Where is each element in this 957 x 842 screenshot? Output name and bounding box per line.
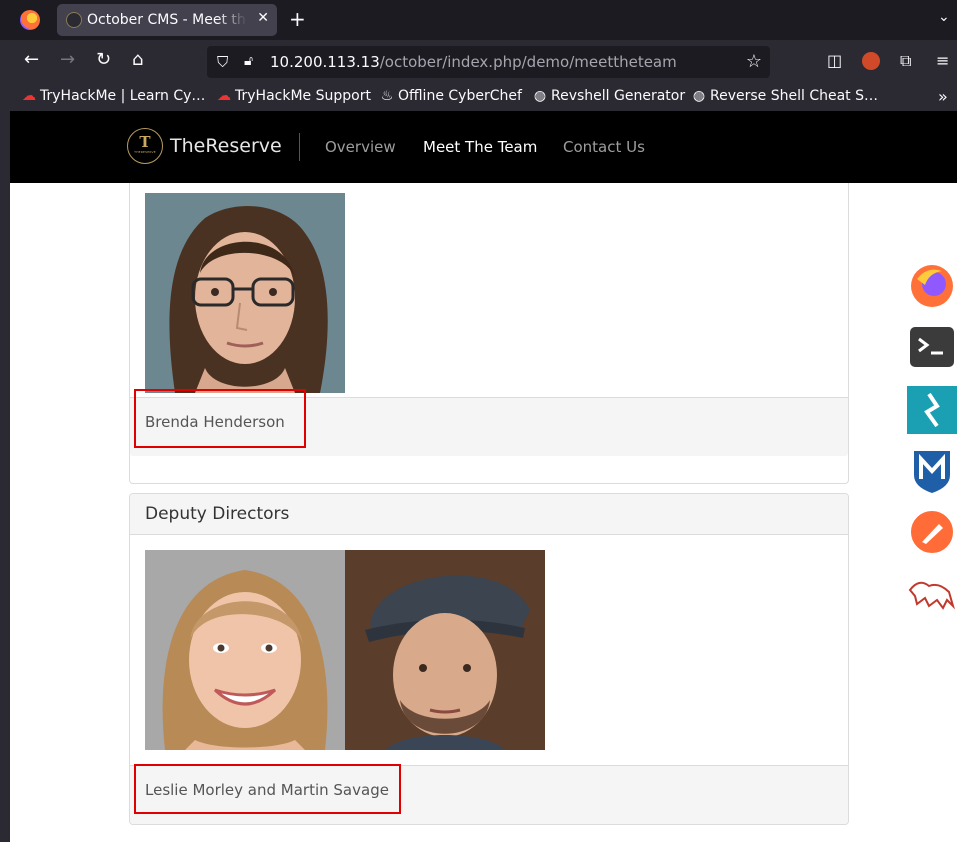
martin-savage-photo: [345, 550, 545, 750]
url-text[interactable]: 10.200.113.13/october/index.php/demo/mee…: [270, 53, 677, 71]
globe-icon: ◍: [692, 88, 706, 104]
burp-icon[interactable]: [907, 384, 957, 434]
leslie-morley-photo: [145, 550, 345, 750]
bookmark-label: TryHackMe | Learn Cy…: [40, 88, 206, 104]
list-tabs-chevron-icon[interactable]: ⌄: [938, 9, 950, 25]
site-header: T THERESERVE TheReserve Overview Meet Th…: [10, 111, 957, 183]
nav-overview[interactable]: Overview: [325, 138, 396, 156]
panel-title: Deputy Directors: [145, 504, 290, 524]
browser-tab[interactable]: October CMS - Meet the Team ✕: [57, 4, 277, 36]
metasploit-icon[interactable]: [907, 445, 957, 495]
site-brand[interactable]: TheReserve: [170, 135, 282, 157]
bookmark-revshell-generator[interactable]: ◍ Revshell Generator: [533, 88, 685, 104]
bookmark-label: Reverse Shell Cheat S…: [710, 88, 878, 104]
address-bar[interactable]: ⛉ 🔓︎ 10.200.113.13/october/index.php/dem…: [207, 46, 770, 78]
reload-icon[interactable]: ↻: [96, 50, 111, 70]
tracking-shield-icon[interactable]: ⛉: [217, 53, 228, 71]
terminal-icon[interactable]: [907, 323, 957, 373]
firefox-icon[interactable]: [907, 261, 957, 311]
bookmark-offline-cyberchef[interactable]: ♨ Offline CyberChef: [380, 88, 522, 104]
side-panel-edge: [0, 111, 10, 842]
bookmark-tryhackme-support[interactable]: ☁ TryHackMe Support: [217, 88, 371, 104]
bookmark-tryhackme-learn[interactable]: ☁ TryHackMe | Learn Cy…: [22, 88, 205, 104]
url-path: /october/index.php/demo/meettheteam: [379, 53, 677, 71]
more-bookmarks-chevron-icon[interactable]: »: [938, 87, 948, 106]
chef-hat-icon: ♨: [380, 88, 394, 104]
nav-meet-the-team[interactable]: Meet The Team: [423, 138, 537, 156]
page-content: Brenda Henderson Deputy Directors Leslie…: [10, 183, 957, 842]
team-panel-deputy-directors: Deputy Directors Leslie Morley and Marti…: [129, 493, 849, 825]
site-favicon-icon: [66, 12, 82, 28]
home-icon[interactable]: ⌂: [132, 50, 143, 70]
firefox-menu-icon[interactable]: [20, 10, 40, 30]
bookmark-star-icon[interactable]: ☆: [746, 51, 762, 72]
bookmarks-toolbar: ☁ TryHackMe | Learn Cy… ☁ TryHackMe Suppor…: [0, 84, 957, 111]
kali-dragon-icon[interactable]: [907, 570, 957, 620]
bookmark-reverse-shell-cheat[interactable]: ◍ Reverse Shell Cheat S…: [692, 88, 878, 104]
extension-avatar-icon[interactable]: [862, 52, 880, 70]
globe-icon: ◍: [533, 88, 547, 104]
tab-title: October CMS - Meet the Team: [87, 12, 247, 28]
tryhackme-icon: ☁: [22, 88, 36, 104]
tryhackme-icon: ☁: [217, 88, 231, 104]
team-panel-director: Brenda Henderson: [129, 183, 849, 484]
forward-icon[interactable]: →: [60, 50, 75, 70]
highlight-box: [134, 764, 401, 814]
browser-nav-bar: ← → ↻ ⌂ ⛉ 🔓︎ 10.200.113.13/october/index…: [0, 40, 957, 84]
bookmark-label: Offline CyberChef: [398, 88, 522, 104]
page-viewport: T THERESERVE TheReserve Overview Meet Th…: [0, 111, 957, 842]
browser-tab-bar: October CMS - Meet the Team ✕ + ⌄: [0, 0, 957, 40]
postman-icon[interactable]: [907, 506, 957, 556]
logo-letter: T: [139, 133, 151, 151]
site-logo[interactable]: T THERESERVE: [127, 128, 163, 164]
panel-heading: Deputy Directors: [130, 494, 848, 535]
insecure-lock-icon[interactable]: 🔓︎: [244, 53, 253, 69]
extensions-puzzle-icon[interactable]: ⧉: [900, 52, 911, 70]
logo-text: THERESERVE: [134, 150, 156, 154]
highlight-box: [134, 389, 306, 448]
back-icon[interactable]: ←: [24, 50, 39, 70]
nav-contact-us[interactable]: Contact Us: [563, 138, 645, 156]
app-menu-icon[interactable]: ≡: [936, 52, 949, 70]
url-host: 10.200.113.13: [270, 53, 380, 71]
header-divider: [299, 133, 300, 161]
bookmark-label: TryHackMe Support: [235, 88, 371, 104]
brenda-henderson-photo: [145, 193, 345, 393]
new-tab-button[interactable]: +: [289, 7, 306, 31]
bookmark-label: Revshell Generator: [551, 88, 686, 104]
close-tab-icon[interactable]: ✕: [257, 10, 269, 26]
pocket-icon[interactable]: ◫: [827, 52, 842, 70]
